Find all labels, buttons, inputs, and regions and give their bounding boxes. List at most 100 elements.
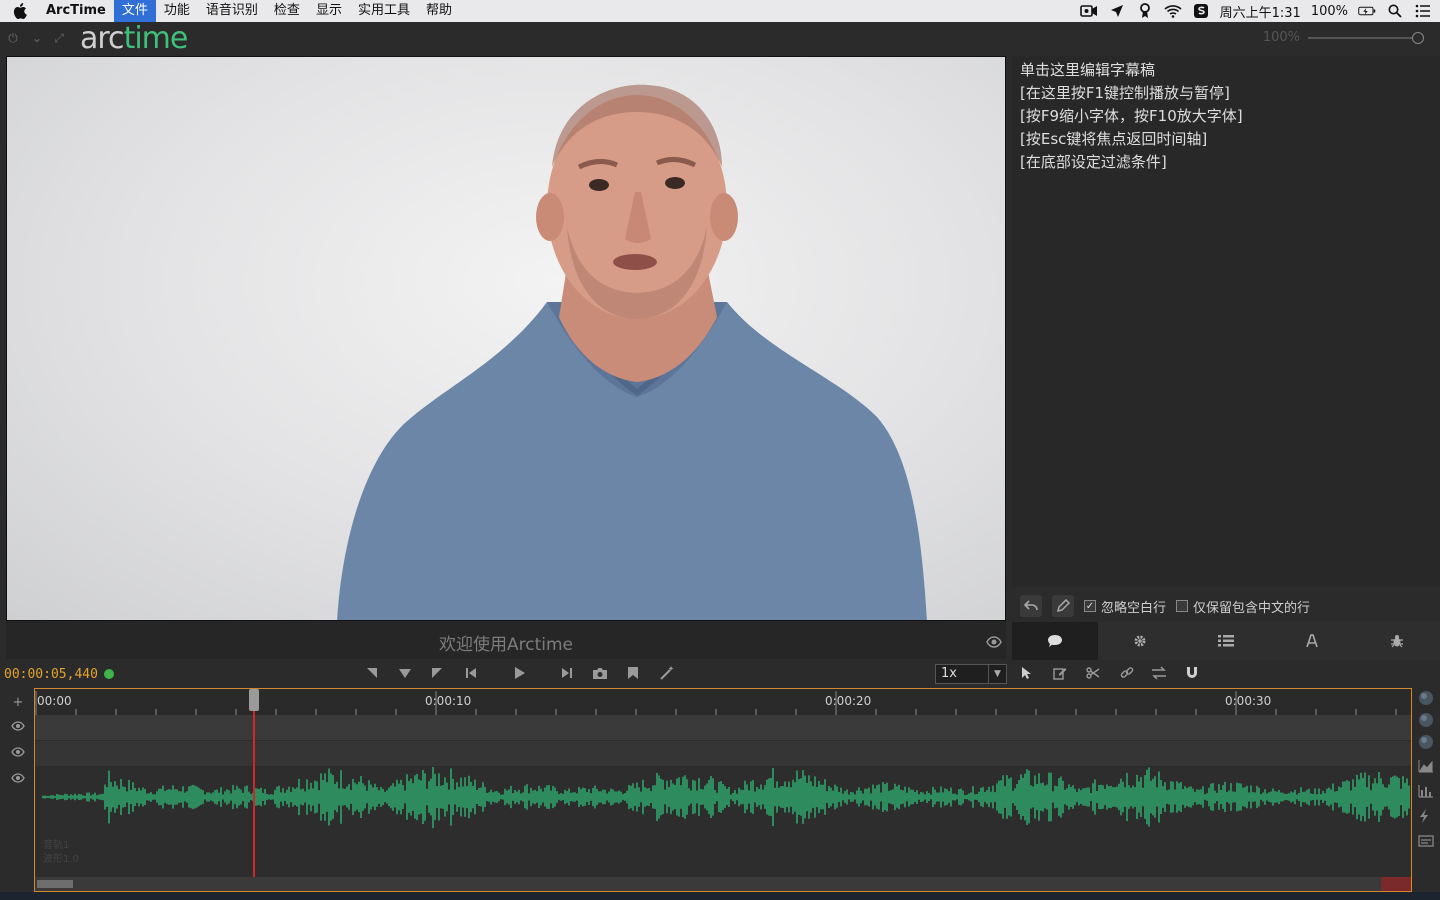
- camera-snapshot-icon[interactable]: [592, 666, 608, 682]
- menu-check[interactable]: 检查: [266, 0, 308, 22]
- pointer-tool-icon[interactable]: [1018, 666, 1034, 682]
- add-track-icon[interactable]: +: [10, 696, 26, 710]
- audio-waveform-track[interactable]: [35, 767, 1411, 877]
- zoom-slider-knob[interactable]: [1412, 31, 1424, 44]
- lightning-icon[interactable]: [1418, 808, 1434, 824]
- track-info: 音轨1 波形1.0: [43, 839, 79, 867]
- tab-subtitles[interactable]: [1012, 622, 1098, 660]
- subtitle-track-1[interactable]: [35, 715, 1411, 741]
- globe-icon[interactable]: [1418, 734, 1434, 750]
- keep-chinese-lines-option[interactable]: 仅保留包含中文的行: [1176, 597, 1310, 616]
- tab-debug[interactable]: [1354, 622, 1440, 660]
- play-icon[interactable]: [511, 666, 527, 682]
- menu-help[interactable]: 帮助: [418, 0, 460, 22]
- undo-icon: [1024, 600, 1038, 611]
- spotlight-search-icon[interactable]: [1386, 3, 1404, 19]
- ruler-label: 0:00:20: [825, 694, 872, 708]
- transport-toolbar: 00:00:05,440 1x ▼: [0, 660, 1440, 688]
- chevron-down-icon[interactable]: ⌄: [30, 31, 44, 45]
- timeline-left-tools: +: [0, 688, 34, 892]
- ignore-empty-lines-option[interactable]: ✓ 忽略空白行: [1084, 597, 1166, 616]
- s-app-icon[interactable]: [1192, 3, 1210, 19]
- undo-button[interactable]: [1020, 595, 1042, 617]
- eye-icon[interactable]: [10, 773, 26, 787]
- keep-chinese-lines-checkbox[interactable]: [1176, 600, 1189, 612]
- ruler-ticks: [35, 691, 1397, 715]
- ignore-empty-lines-checkbox[interactable]: ✓: [1084, 600, 1096, 612]
- bar-chart-icon[interactable]: [1418, 783, 1434, 799]
- menu-bar: ArcTime 文件 功能 语音识别 检查 显示 实用工具 帮助 周六上午1:3…: [0, 0, 1440, 22]
- menu-file[interactable]: 文件: [113, 0, 156, 22]
- playhead[interactable]: [252, 689, 255, 877]
- tab-settings[interactable]: [1098, 622, 1184, 660]
- ruler-label: 0:00:10: [425, 694, 472, 708]
- magic-wand-icon[interactable]: [659, 666, 675, 682]
- chevron-down-icon[interactable]: ▼: [988, 665, 1006, 683]
- track-info-line: 音轨1: [43, 840, 70, 851]
- apple-menu-icon[interactable]: [0, 3, 40, 19]
- timeline[interactable]: 00:00 0:00:10 0:00:20 0:00:30 音轨1 波形1.0: [34, 688, 1412, 892]
- ruler-label: 0:00:30: [1225, 694, 1272, 708]
- script-editor[interactable]: 单击这里编辑字幕稿 [在这里按F1键控制播放与暂停] [按F9缩小字体，按F10…: [1012, 56, 1440, 587]
- timeline-scrollbar-thumb[interactable]: [37, 880, 73, 888]
- track-info-line: 波形1.0: [43, 854, 79, 865]
- audio-waveform: [42, 767, 1410, 829]
- mark-in-icon[interactable]: [364, 666, 380, 682]
- editor-line[interactable]: [在这里按F1键控制播放与暂停]: [1020, 82, 1432, 105]
- edit-tool-icon[interactable]: [1052, 666, 1068, 682]
- eye-icon[interactable]: [10, 747, 26, 761]
- magnet-icon[interactable]: [1184, 666, 1200, 682]
- menu-speech-recognition[interactable]: 语音识别: [198, 0, 266, 22]
- editor-line[interactable]: [按Esc键将焦点返回时间轴]: [1020, 128, 1432, 151]
- camera-icon[interactable]: [1079, 3, 1098, 19]
- wifi-icon[interactable]: [1164, 3, 1182, 19]
- mark-down-icon[interactable]: [397, 666, 413, 682]
- subtitle-display-bar: 欢迎使用Arctime: [6, 621, 1006, 659]
- bookmark-icon[interactable]: [625, 666, 641, 682]
- pencil-icon: [1056, 599, 1070, 613]
- location-arrow-icon[interactable]: [1108, 3, 1126, 19]
- speech-bubble-icon: [1047, 635, 1062, 647]
- edit-button[interactable]: [1052, 595, 1074, 617]
- timeline-scrollbar[interactable]: [35, 877, 1411, 891]
- battery-percent[interactable]: 100%: [1311, 4, 1348, 19]
- editor-line[interactable]: [在底部设定过滤条件]: [1020, 151, 1432, 174]
- menu-function[interactable]: 功能: [156, 0, 198, 22]
- gear-icon: [1134, 635, 1146, 647]
- menu-view[interactable]: 显示: [308, 0, 350, 22]
- playback-speed-select[interactable]: 1x ▼: [935, 664, 1007, 684]
- menu-app-name[interactable]: ArcTime: [40, 0, 114, 22]
- globe-icon[interactable]: [1418, 690, 1434, 706]
- keep-chinese-lines-label: 仅保留包含中文的行: [1193, 600, 1311, 616]
- pin-icon[interactable]: [1136, 3, 1154, 19]
- time-ruler[interactable]: 00:00 0:00:10 0:00:20 0:00:30: [35, 689, 1411, 715]
- globe-icon[interactable]: [1418, 712, 1434, 728]
- tab-font[interactable]: [1269, 622, 1355, 660]
- subtitle-track-2[interactable]: [35, 741, 1411, 767]
- notification-center-icon[interactable]: [1414, 3, 1432, 19]
- font-icon: [1305, 634, 1318, 648]
- timeline-scrollbar-end: [1381, 877, 1411, 891]
- scissors-icon[interactable]: [1085, 666, 1101, 682]
- mark-out-icon[interactable]: [429, 666, 445, 682]
- eye-toggle-icon[interactable]: [986, 633, 1002, 648]
- subtitle-list-icon[interactable]: [1418, 833, 1434, 849]
- expand-icon[interactable]: ⤢: [52, 31, 66, 45]
- menu-clock[interactable]: 周六上午1:31: [1220, 2, 1301, 21]
- eye-icon[interactable]: [10, 721, 26, 735]
- skip-forward-icon[interactable]: [559, 666, 575, 682]
- skip-back-icon[interactable]: [463, 666, 479, 682]
- editor-line[interactable]: 单击这里编辑字幕稿: [1020, 59, 1432, 82]
- list-icon: [1217, 635, 1234, 647]
- area-chart-icon[interactable]: [1418, 758, 1434, 774]
- battery-charging-icon[interactable]: [1358, 3, 1376, 19]
- link-icon[interactable]: [1119, 666, 1135, 682]
- tab-list[interactable]: [1183, 622, 1269, 660]
- video-preview[interactable]: [6, 56, 1006, 621]
- swap-icon[interactable]: [1151, 666, 1167, 682]
- playhead-handle[interactable]: [248, 689, 259, 711]
- power-icon[interactable]: ⏻: [6, 31, 20, 45]
- zoom-slider[interactable]: [1308, 31, 1424, 44]
- menu-tools[interactable]: 实用工具: [350, 0, 418, 22]
- editor-line[interactable]: [按F9缩小字体，按F10放大字体]: [1020, 105, 1432, 128]
